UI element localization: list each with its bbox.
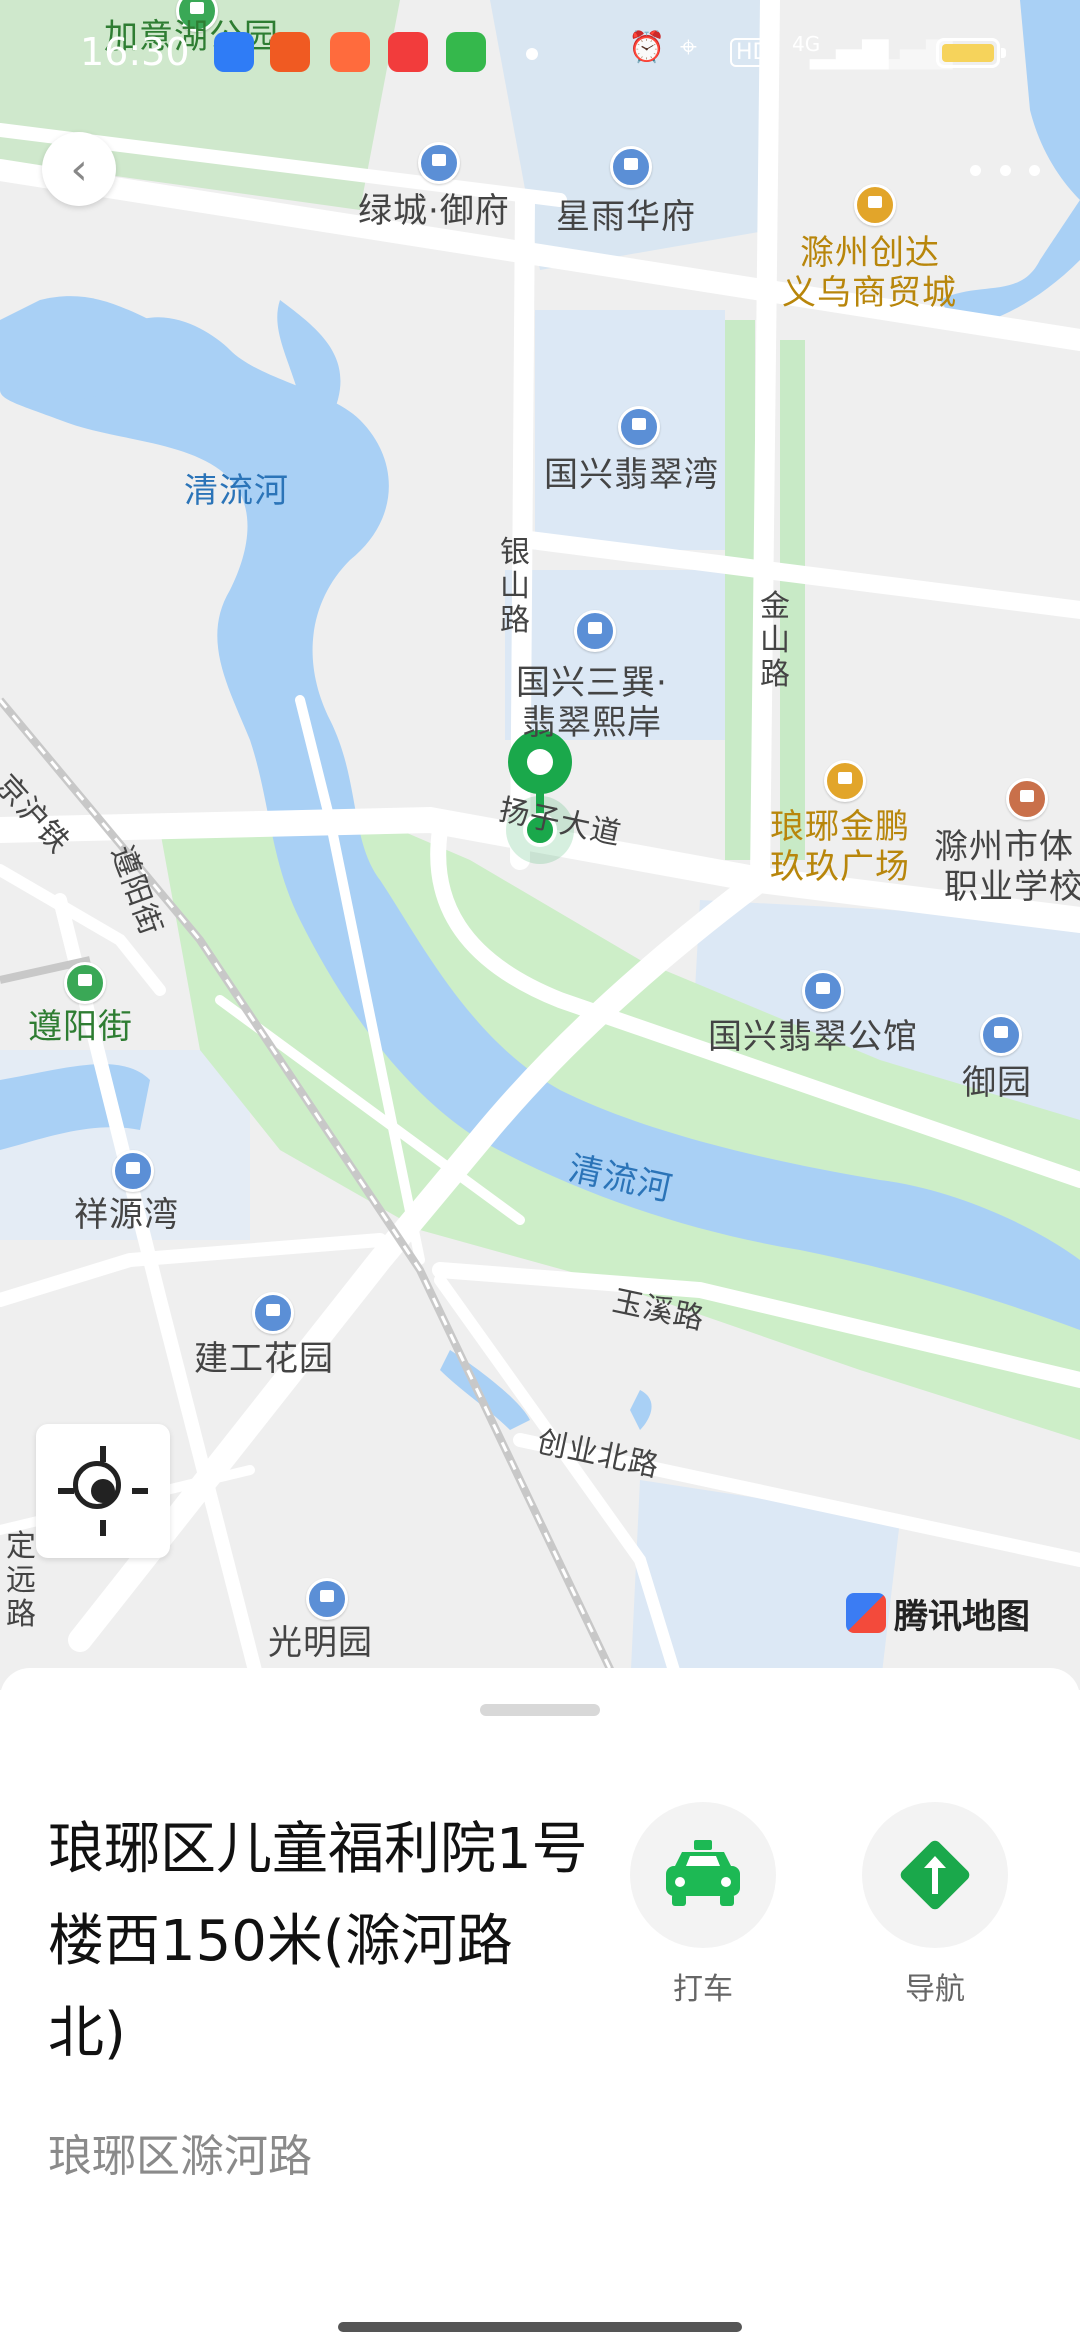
location-subtitle: 琅琊区滁河路 xyxy=(48,2131,312,2182)
map-label[interactable]: 国兴翡翠公馆 xyxy=(708,1020,918,1054)
residence-pin-icon[interactable] xyxy=(252,1292,294,1334)
map-brand-logo: 腾讯地图 xyxy=(846,1590,1030,1637)
taxi-label: 打车 xyxy=(673,1972,733,2007)
location-detail-sheet: 琅琊区儿童福利院1号楼西150米(滁河路北) 琅琊区滁河路 打车 导航 xyxy=(0,1668,1080,2340)
map-label: 清流河 xyxy=(184,471,289,511)
app-notification-icon xyxy=(214,32,254,72)
app-notification-icon xyxy=(446,32,486,72)
school-pin-icon[interactable] xyxy=(1006,778,1048,820)
more-options-button[interactable] xyxy=(970,145,1040,195)
map-label[interactable]: 滁州创达 xyxy=(800,236,940,270)
residence-pin-icon[interactable] xyxy=(802,970,844,1012)
music-notification-icon xyxy=(388,32,428,72)
map-label[interactable]: 玖玖广场 xyxy=(770,850,910,884)
location-icon: ⌖ xyxy=(680,30,697,65)
residence-pin-icon[interactable] xyxy=(610,146,652,188)
map-label[interactable]: 翡翠熙岸 xyxy=(522,706,662,740)
map-label[interactable]: 光明园 xyxy=(268,1626,373,1660)
residence-pin-icon[interactable] xyxy=(306,1578,348,1620)
back-button[interactable]: ‹ xyxy=(42,132,116,206)
camera-spot-pin-icon[interactable] xyxy=(64,962,106,1004)
taxi-icon xyxy=(630,1802,776,1948)
navigation-icon xyxy=(862,1802,1008,1948)
location-title: 琅琊区儿童福利院1号楼西150米(滁河路北) xyxy=(48,1817,588,2066)
map-label[interactable]: 星雨华府 xyxy=(556,200,696,234)
shopping-pin-icon[interactable] xyxy=(824,760,866,802)
alarm-icon: ⏰ xyxy=(628,30,666,65)
navigate-button[interactable]: 导航 xyxy=(862,1802,1008,2008)
taxi-button[interactable]: 打车 xyxy=(630,1802,776,2008)
status-bar: 16:30 ⏰ ⌖ HD 4G ▂▄▆ ▂▄▆ xyxy=(0,0,1080,110)
brand-text: 腾讯地图 xyxy=(894,1596,1030,1637)
home-indicator[interactable] xyxy=(338,2322,742,2332)
residence-pin-icon[interactable] xyxy=(618,406,660,448)
map-label[interactable]: 琅琊金鹏 xyxy=(770,810,910,844)
map-label[interactable]: 职业学校 xyxy=(944,870,1080,904)
residence-pin-icon[interactable] xyxy=(574,610,616,652)
map-view[interactable]: 加意湖公园 绿城·御府 星雨华府 滁州创达 义乌商贸城 清流河 国兴翡翠湾 银山… xyxy=(0,0,1080,1690)
road-label-yinshan: 银山路 xyxy=(500,535,530,638)
shopping-pin-icon[interactable] xyxy=(854,184,896,226)
my-location-button[interactable] xyxy=(36,1424,170,1558)
chevron-left-icon: ‹ xyxy=(70,143,88,195)
map-label[interactable]: 义乌商贸城 xyxy=(782,276,957,310)
battery-icon xyxy=(936,38,1006,68)
app-notification-icon xyxy=(270,32,310,72)
game-notification-icon xyxy=(330,32,370,72)
more-notifications-dot xyxy=(526,48,538,60)
map-label[interactable]: 祥源湾 xyxy=(74,1198,179,1232)
residence-pin-icon[interactable] xyxy=(418,142,460,184)
map-label[interactable]: 国兴三巽· xyxy=(516,666,668,700)
map-label[interactable]: 滁州市体 xyxy=(934,830,1074,864)
road-label-dingyuan: 定远路 xyxy=(6,1529,36,1632)
map-label[interactable]: 建工花园 xyxy=(194,1342,334,1376)
status-time: 16:30 xyxy=(80,30,190,74)
map-label[interactable]: 绿城·御府 xyxy=(358,194,510,228)
map-label[interactable]: 国兴翡翠湾 xyxy=(544,458,719,492)
navigate-label: 导航 xyxy=(905,1972,965,2007)
road-label-jinshan: 金山路 xyxy=(760,589,790,692)
tencent-map-icon xyxy=(846,1593,886,1633)
map-label[interactable]: 遵阳街 xyxy=(28,1010,133,1044)
residence-pin-icon[interactable] xyxy=(112,1150,154,1192)
sheet-drag-handle[interactable] xyxy=(480,1704,600,1716)
map-label[interactable]: 御园 xyxy=(962,1066,1032,1100)
residence-pin-icon[interactable] xyxy=(980,1014,1022,1056)
hd-icon: HD xyxy=(730,38,776,67)
